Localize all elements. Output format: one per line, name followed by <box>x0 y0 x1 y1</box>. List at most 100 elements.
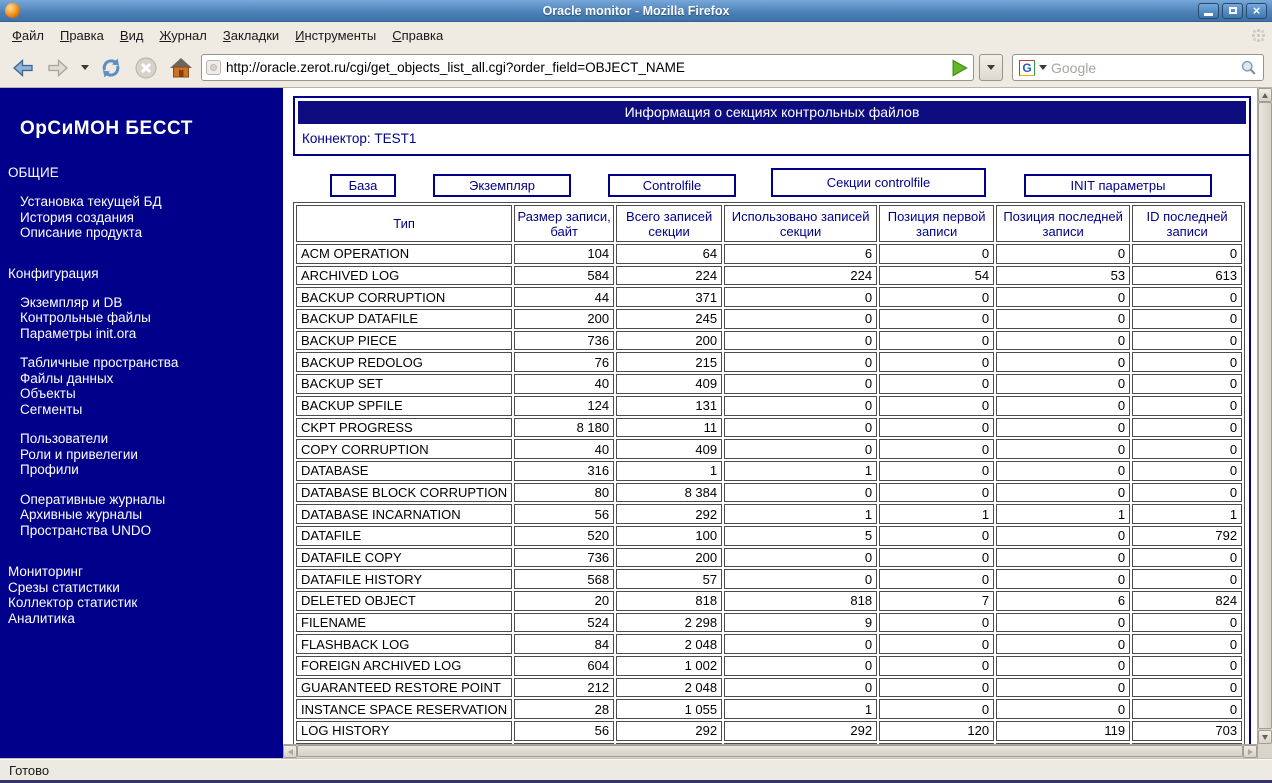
menubar-item-0[interactable]: Файл <box>4 24 52 47</box>
chevron-down-icon <box>987 65 995 70</box>
cell-value: 0 <box>879 417 995 438</box>
maximize-icon <box>1228 7 1237 14</box>
cell-value: 0 <box>879 525 995 546</box>
cell-value: 292 <box>616 504 723 524</box>
triangle-right-icon <box>1247 748 1253 755</box>
cell-value: 0 <box>996 460 1131 481</box>
cell-value: 0 <box>724 352 878 373</box>
sidebar-item[interactable]: Файлы данных <box>20 371 275 387</box>
magnifier-icon[interactable] <box>1240 59 1257 76</box>
cell-value: 212 <box>514 677 615 698</box>
sidebar-item[interactable]: Мониторинг <box>8 564 275 580</box>
scroll-left-button[interactable] <box>283 745 297 758</box>
cell-value: 124 <box>514 395 615 416</box>
url-dropdown-button[interactable] <box>979 54 1003 81</box>
url-input[interactable] <box>226 60 944 75</box>
cell-value: 40 <box>514 374 615 394</box>
scroll-down-button[interactable] <box>1258 730 1272 744</box>
minimize-button[interactable] <box>1198 2 1219 19</box>
sidebar-item[interactable]: Установка текущей БД <box>20 194 275 210</box>
menubar-item-5[interactable]: Инструменты <box>287 24 384 47</box>
menubar-item-4[interactable]: Закладки <box>215 24 287 47</box>
menubar-item-3[interactable]: Журнал <box>151 24 214 47</box>
sidebar-item[interactable]: Табличные пространства <box>20 355 275 371</box>
sidebar-heading: Конфигурация <box>8 265 99 281</box>
close-button[interactable]: × <box>1246 2 1267 19</box>
table-body: ACM OPERATION 104 64 6 0 0 0 ARCHIVED LOG 584 224… <box>296 244 1243 744</box>
scroll-up-button[interactable] <box>1258 88 1272 102</box>
column-header[interactable]: Всего записей секции <box>616 205 723 242</box>
tab-1[interactable]: Экземпляр <box>433 174 571 197</box>
sidebar-item[interactable]: Объекты <box>20 386 275 402</box>
cell-value: 84 <box>514 634 615 655</box>
search-box[interactable]: G <box>1012 54 1264 81</box>
column-header[interactable]: ID последней записи <box>1132 205 1243 242</box>
menubar-item-1[interactable]: Правка <box>52 24 112 47</box>
column-header[interactable]: Использовано записей секции <box>724 205 878 242</box>
vertical-scrollbar[interactable] <box>1257 88 1272 758</box>
cell-value: 0 <box>724 395 878 416</box>
search-engine-dropdown-icon[interactable] <box>1039 65 1047 70</box>
sidebar-item[interactable]: Пространства UNDO <box>20 523 275 539</box>
horizontal-scroll-thumb[interactable] <box>297 745 1243 757</box>
forward-button[interactable] <box>43 53 73 83</box>
cell-value: 1 <box>996 504 1131 524</box>
cell-value: 792 <box>1132 525 1243 546</box>
search-input[interactable] <box>1051 59 1236 76</box>
sidebar-item[interactable]: Роли и привелегии <box>20 447 275 463</box>
go-icon[interactable] <box>949 58 969 78</box>
sidebar-item[interactable]: Оперативные журналы <box>20 492 275 508</box>
horizontal-scrollbar[interactable] <box>283 744 1257 758</box>
sidebar-item[interactable]: Архивные журналы <box>20 507 275 523</box>
back-history-dropdown[interactable] <box>78 53 91 83</box>
cell-value: 0 <box>879 460 995 481</box>
cell-type: BACKUP DATAFILE <box>296 309 513 329</box>
sidebar-item[interactable]: Параметры init.ora <box>20 326 275 342</box>
tab-2[interactable]: Controlfile <box>608 174 736 197</box>
sidebar-item[interactable]: Описание продукта <box>20 225 275 241</box>
vertical-scroll-thumb[interactable] <box>1258 102 1272 729</box>
cell-value: 8 180 <box>514 417 615 438</box>
cell-value: 56 <box>514 504 615 524</box>
sidebar-item[interactable]: Контрольные файлы <box>20 310 275 326</box>
cell-value: 0 <box>1132 330 1243 351</box>
cell-value: 292 <box>616 721 723 741</box>
column-header[interactable]: Размер записи, байт <box>514 205 615 242</box>
sidebar-item[interactable]: Коллектор статистик <box>8 595 275 611</box>
cell-value: 20 <box>514 591 615 611</box>
cell-value: 1 <box>724 699 878 720</box>
home-button[interactable] <box>166 53 196 83</box>
column-header[interactable]: Тип <box>296 205 513 242</box>
maximize-button[interactable] <box>1222 2 1243 19</box>
sidebar-item[interactable]: История создания <box>20 210 275 226</box>
scroll-right-button[interactable] <box>1243 745 1257 758</box>
sidebar-item[interactable]: Пользователи <box>20 431 275 447</box>
forward-icon <box>48 58 68 77</box>
tab-0[interactable]: База <box>330 174 396 197</box>
sidebar-item[interactable]: Аналитика <box>8 611 275 627</box>
cell-value: 8 384 <box>616 482 723 503</box>
column-header[interactable]: Позиция последней записи <box>996 205 1131 242</box>
cell-value: 44 <box>514 287 615 308</box>
sidebar-item[interactable]: Срезы статистики <box>8 580 275 596</box>
sidebar-item[interactable]: Сегменты <box>20 402 275 418</box>
tab-3[interactable]: Секции controlfile <box>771 168 986 197</box>
cell-value: 409 <box>616 374 723 394</box>
tab-4[interactable]: INIT параметры <box>1024 174 1212 197</box>
back-button[interactable] <box>8 53 38 83</box>
sidebar-item[interactable]: Экземпляр и DB <box>20 295 275 311</box>
cell-value: 0 <box>879 634 995 655</box>
column-header[interactable]: Позиция первой записи <box>879 205 995 242</box>
cell-value: 0 <box>724 287 878 308</box>
menubar-item-6[interactable]: Справка <box>384 24 451 47</box>
reload-button[interactable] <box>96 53 126 83</box>
cell-value: 0 <box>879 395 995 416</box>
url-bar[interactable] <box>201 54 974 81</box>
sidebar-group: Табличные пространства Файлы данных Объект… <box>8 355 275 417</box>
back-icon <box>13 58 33 77</box>
menubar-item-2[interactable]: Вид <box>112 24 152 47</box>
page-title: Информация о секциях контрольных файлов <box>298 101 1246 124</box>
stop-button[interactable] <box>131 53 161 83</box>
sidebar-item[interactable]: Профили <box>20 462 275 478</box>
cell-value: 0 <box>996 287 1131 308</box>
